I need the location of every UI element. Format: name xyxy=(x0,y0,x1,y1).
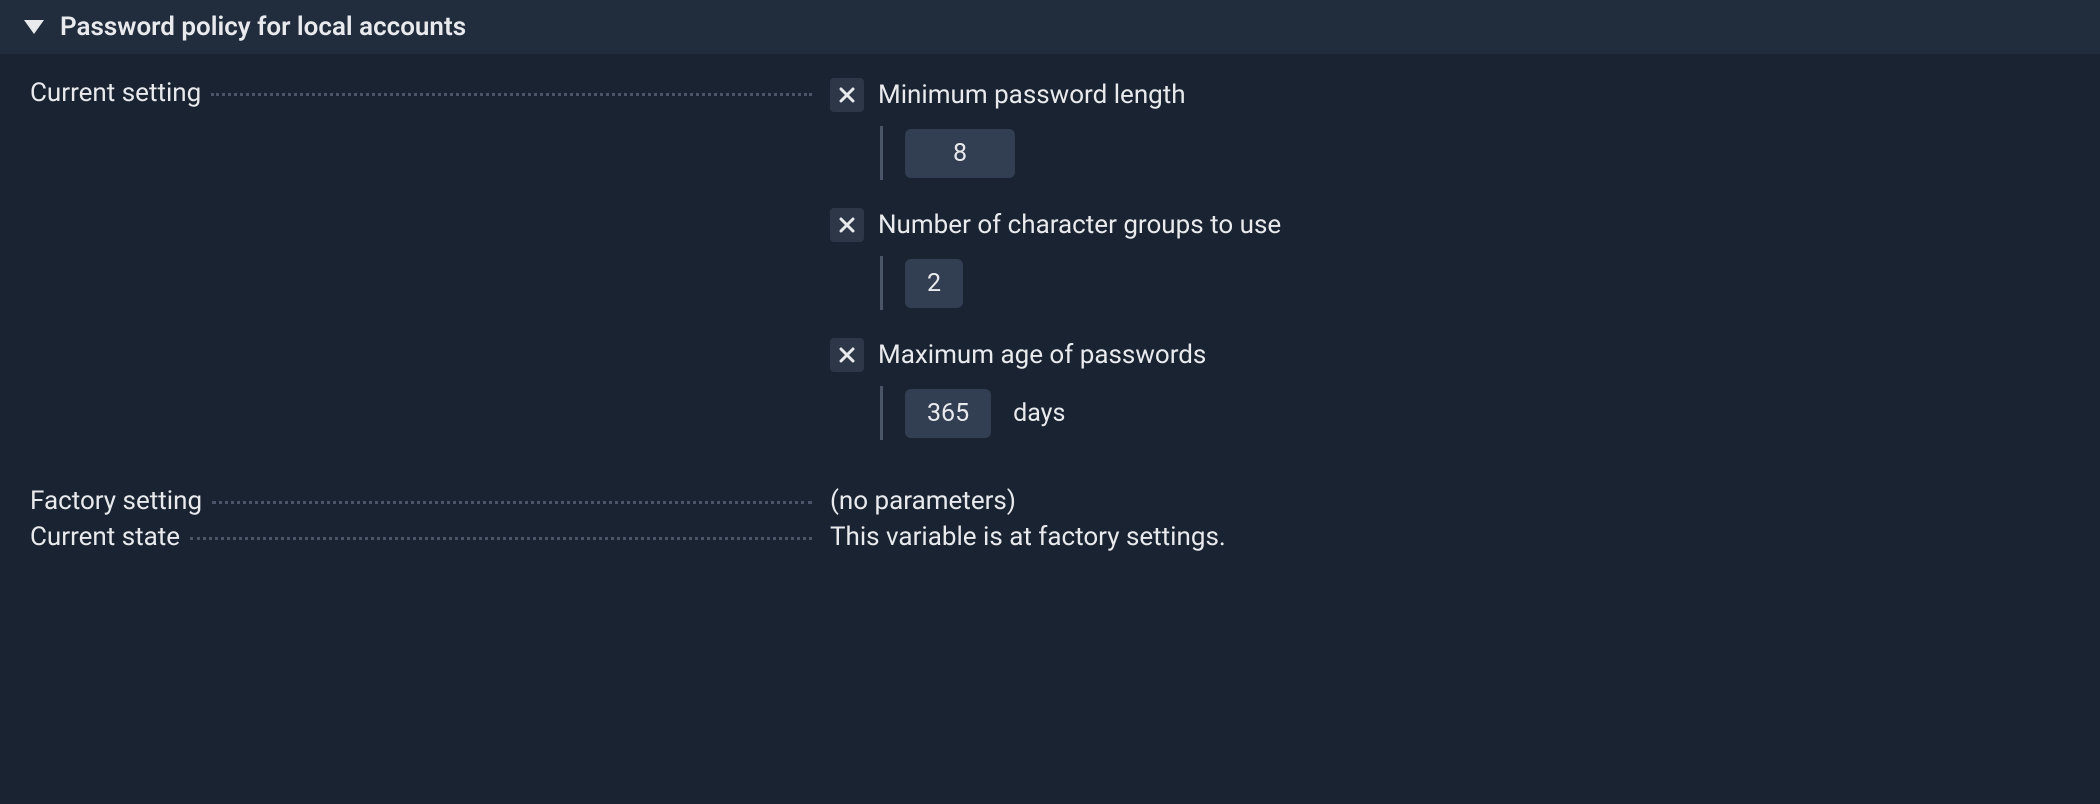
setting-title: Minimum password length xyxy=(878,80,1186,110)
close-icon[interactable] xyxy=(830,338,864,372)
dots-leader xyxy=(190,537,812,540)
setting-title: Maximum age of passwords xyxy=(878,340,1206,370)
vertical-bar xyxy=(880,256,883,310)
max-age-unit: days xyxy=(1013,399,1065,428)
current-state-value-col: This variable is at factory settings. xyxy=(830,522,2070,552)
factory-setting-label: Factory setting xyxy=(30,486,212,516)
current-state-label-col: Current state xyxy=(30,522,830,552)
close-icon[interactable] xyxy=(830,208,864,242)
char-groups-value[interactable]: 2 xyxy=(905,259,963,308)
factory-setting-label-col: Factory setting xyxy=(30,486,830,516)
vertical-bar xyxy=(880,386,883,440)
current-state-label: Current state xyxy=(30,522,190,552)
setting-item-char-groups: Number of character groups to use 2 xyxy=(830,208,2070,310)
current-state-value: This variable is at factory settings. xyxy=(830,522,1226,552)
factory-setting-row: Factory setting (no parameters) xyxy=(30,486,2070,516)
vertical-bar xyxy=(880,126,883,180)
current-setting-row: Current setting Minimum password length … xyxy=(30,78,2070,480)
current-setting-label: Current setting xyxy=(30,78,211,108)
dots-leader xyxy=(211,93,812,96)
collapse-triangle-icon xyxy=(24,20,44,34)
factory-setting-value: (no parameters) xyxy=(830,486,1016,516)
setting-item-min-length: Minimum password length 8 xyxy=(830,78,2070,180)
section-title: Password policy for local accounts xyxy=(60,12,466,42)
dots-leader xyxy=(212,501,812,504)
setting-item-max-age: Maximum age of passwords 365 days xyxy=(830,338,2070,440)
min-length-value[interactable]: 8 xyxy=(905,129,1015,178)
max-age-value[interactable]: 365 xyxy=(905,389,991,438)
section-header[interactable]: Password policy for local accounts xyxy=(0,0,2100,54)
current-setting-label-col: Current setting xyxy=(30,78,830,108)
current-setting-value-col: Minimum password length 8 Number of char… xyxy=(830,78,2070,480)
setting-header: Maximum age of passwords xyxy=(830,338,2070,372)
close-icon[interactable] xyxy=(830,78,864,112)
factory-setting-value-col: (no parameters) xyxy=(830,486,2070,516)
setting-value-row: 365 days xyxy=(880,386,2070,440)
setting-header: Minimum password length xyxy=(830,78,2070,112)
setting-title: Number of character groups to use xyxy=(878,210,1281,240)
setting-value-row: 8 xyxy=(880,126,2070,180)
current-state-row: Current state This variable is at factor… xyxy=(30,522,2070,552)
section-content: Current setting Minimum password length … xyxy=(0,54,2100,588)
setting-value-row: 2 xyxy=(880,256,2070,310)
setting-header: Number of character groups to use xyxy=(830,208,2070,242)
